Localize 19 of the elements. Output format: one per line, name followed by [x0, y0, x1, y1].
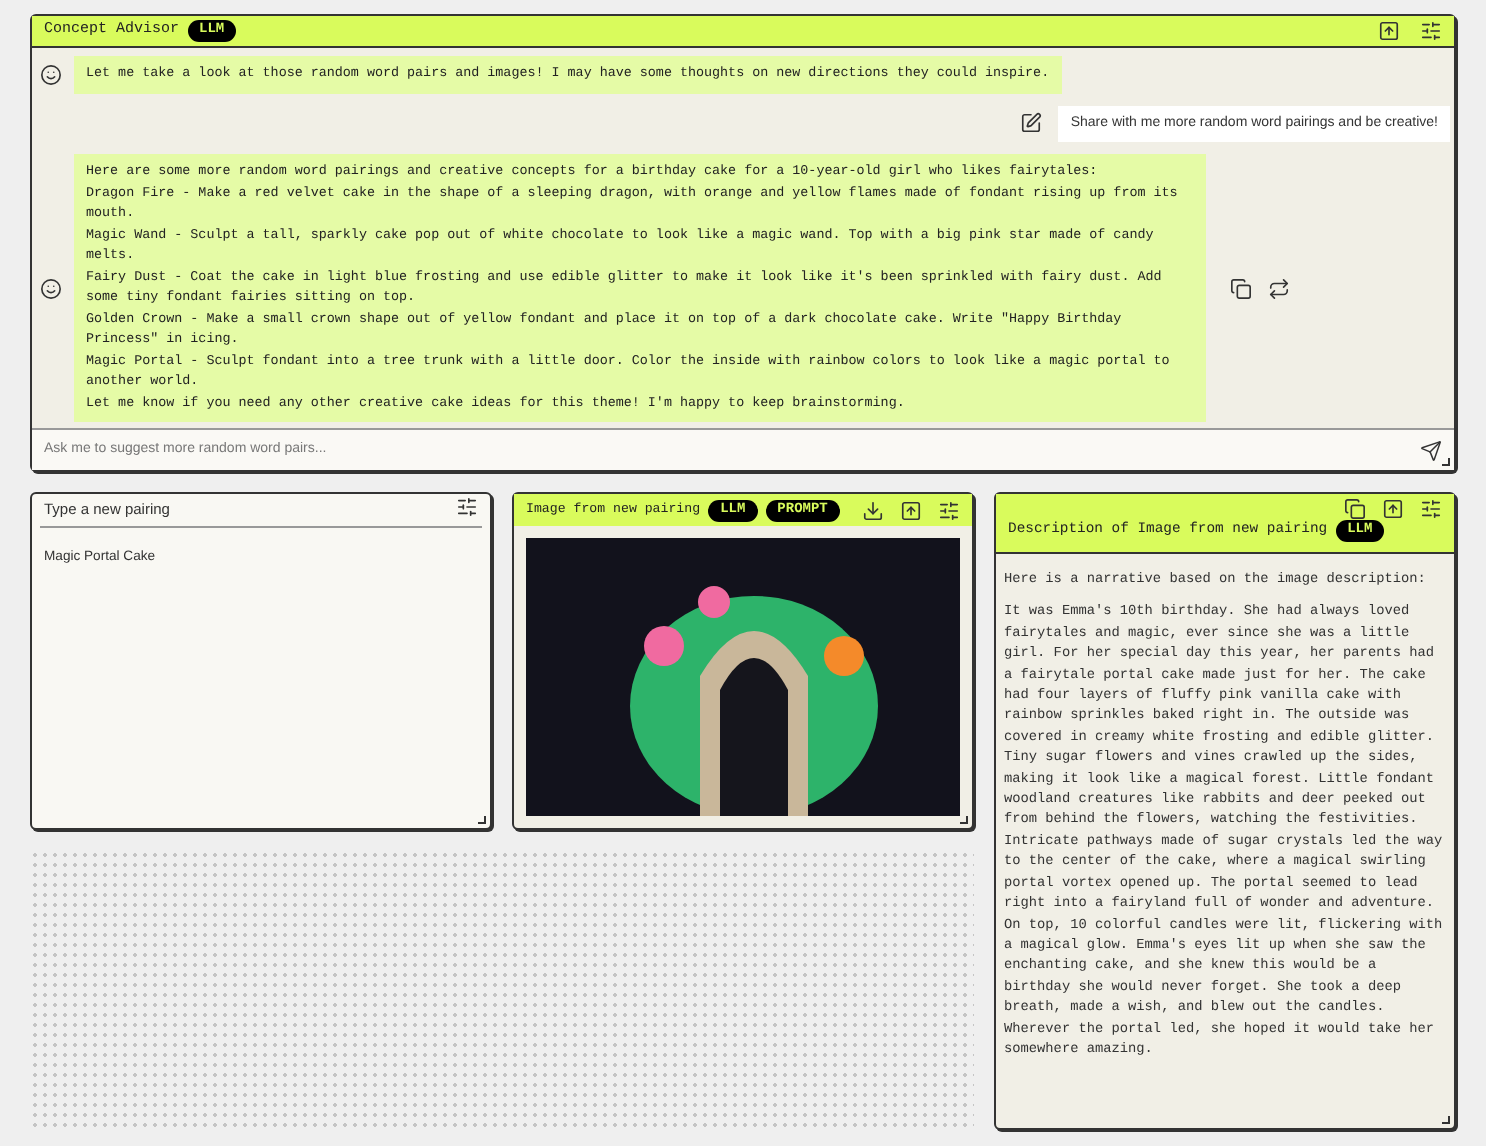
resize-handle-icon[interactable]	[1442, 1116, 1450, 1124]
resize-handle-icon[interactable]	[1442, 458, 1450, 466]
download-icon[interactable]	[862, 499, 884, 521]
copy-icon[interactable]	[1230, 277, 1252, 299]
resize-handle-icon[interactable]	[960, 816, 968, 824]
send-icon[interactable]	[1420, 439, 1442, 461]
bot-face-icon	[40, 277, 62, 299]
settings-icon[interactable]	[1420, 20, 1442, 42]
regenerate-icon[interactable]	[1268, 277, 1290, 299]
settings-icon[interactable]	[938, 499, 960, 521]
settings-icon[interactable]	[456, 496, 478, 518]
bot-face-icon	[40, 63, 62, 86]
resize-handle-icon[interactable]	[478, 816, 486, 824]
square-arrow-icon[interactable]	[1378, 20, 1400, 42]
copy-icon[interactable]	[1344, 498, 1366, 520]
settings-icon[interactable]	[1420, 498, 1442, 520]
square-arrow-icon[interactable]	[1382, 498, 1404, 520]
edit-icon[interactable]	[1020, 112, 1043, 135]
square-arrow-icon[interactable]	[900, 499, 922, 521]
